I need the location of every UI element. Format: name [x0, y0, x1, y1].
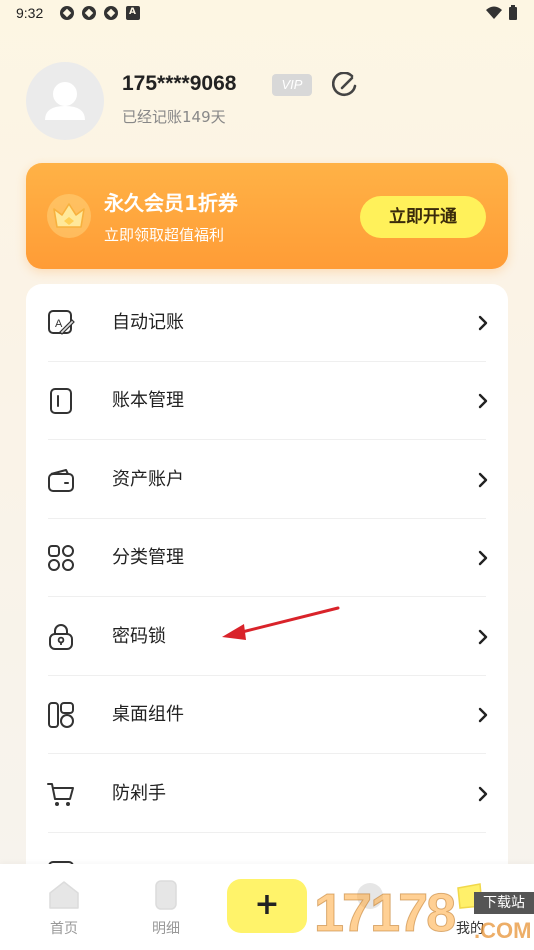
watermark-domain: .COM	[474, 918, 532, 943]
chevron-right-icon	[478, 629, 488, 645]
menu-item-label: 账本管理	[112, 390, 184, 411]
tab-details[interactable]: 明细	[126, 878, 206, 938]
notification-icon	[82, 6, 96, 20]
chevron-right-icon	[478, 472, 488, 488]
menu-item-category[interactable]: 分类管理	[26, 519, 508, 597]
details-icon	[155, 880, 177, 910]
divider	[48, 439, 486, 440]
divider	[48, 832, 486, 833]
menu-item-ledger[interactable]: 账本管理	[26, 362, 508, 440]
chevron-right-icon	[478, 707, 488, 723]
site-watermark: 17178 下载站 .COM	[308, 880, 534, 950]
tab-label: 首页	[50, 921, 78, 937]
chevron-right-icon	[478, 786, 488, 802]
vip-subtitle: 立即领取超值福利	[104, 226, 225, 244]
edit-icon[interactable]	[332, 72, 358, 98]
lock-icon	[49, 624, 73, 650]
tab-label: 明细	[152, 921, 180, 937]
record-days: 已经记账149天	[122, 108, 226, 126]
wallet-icon	[48, 469, 74, 492]
avatar[interactable]	[26, 62, 104, 140]
wifi-icon	[486, 6, 502, 19]
status-right	[486, 5, 518, 21]
menu-item-label: 资产账户	[112, 469, 184, 490]
widget-icon	[48, 702, 74, 728]
ledger-icon	[50, 388, 72, 414]
default-avatar-icon	[45, 82, 85, 120]
menu-item-desktop-widget[interactable]: 桌面组件	[26, 676, 508, 754]
vip-promo-banner[interactable]: 永久会员1折券 立即领取超值福利 立即开通	[26, 163, 508, 269]
battery-icon	[509, 5, 517, 20]
home-icon	[49, 881, 79, 909]
menu-item-assets[interactable]: 资产账户	[26, 441, 508, 519]
notification-icon	[104, 6, 118, 20]
notification-a-icon	[126, 6, 140, 20]
divider	[48, 753, 486, 754]
menu-item-label: 密码锁	[112, 626, 166, 647]
username: 175****9068	[122, 72, 237, 95]
cart-icon	[47, 783, 74, 806]
watermark-digits: 17178	[313, 883, 456, 944]
menu-item-label: 自动记账	[112, 312, 184, 333]
chevron-right-icon	[478, 315, 488, 331]
notification-icon	[60, 6, 74, 20]
svg-text:A: A	[55, 318, 63, 330]
watermark-site-label: 下载站	[474, 892, 534, 914]
crown-icon	[47, 194, 91, 238]
divider	[48, 596, 486, 597]
settings-menu: A 自动记账 账本管理 资产账户 分类管理 密码锁 桌面组件 防剁手	[26, 284, 508, 904]
vip-title: 永久会员1折券	[104, 191, 238, 215]
menu-item-auto-record[interactable]: A 自动记账	[26, 284, 508, 362]
profile-header: 175****9068 VIP 已经记账149天	[26, 62, 506, 142]
status-time: 9:32	[16, 5, 44, 21]
vip-badge[interactable]: VIP	[272, 74, 312, 96]
status-bar: 9:32	[0, 0, 534, 28]
auto-record-icon: A	[48, 310, 75, 335]
open-vip-button[interactable]: 立即开通	[360, 196, 486, 238]
add-record-button[interactable]: +	[227, 879, 307, 933]
menu-item-anti-shopping[interactable]: 防剁手	[26, 755, 508, 833]
menu-item-label: 防剁手	[112, 783, 166, 804]
tab-home[interactable]: 首页	[24, 878, 104, 938]
menu-item-password-lock[interactable]: 密码锁	[26, 598, 508, 676]
menu-item-label: 桌面组件	[112, 704, 184, 725]
chevron-right-icon	[478, 550, 488, 566]
status-notification-icons	[60, 6, 140, 20]
category-icon	[48, 545, 74, 571]
menu-item-label: 分类管理	[112, 547, 184, 568]
chevron-right-icon	[478, 393, 488, 409]
